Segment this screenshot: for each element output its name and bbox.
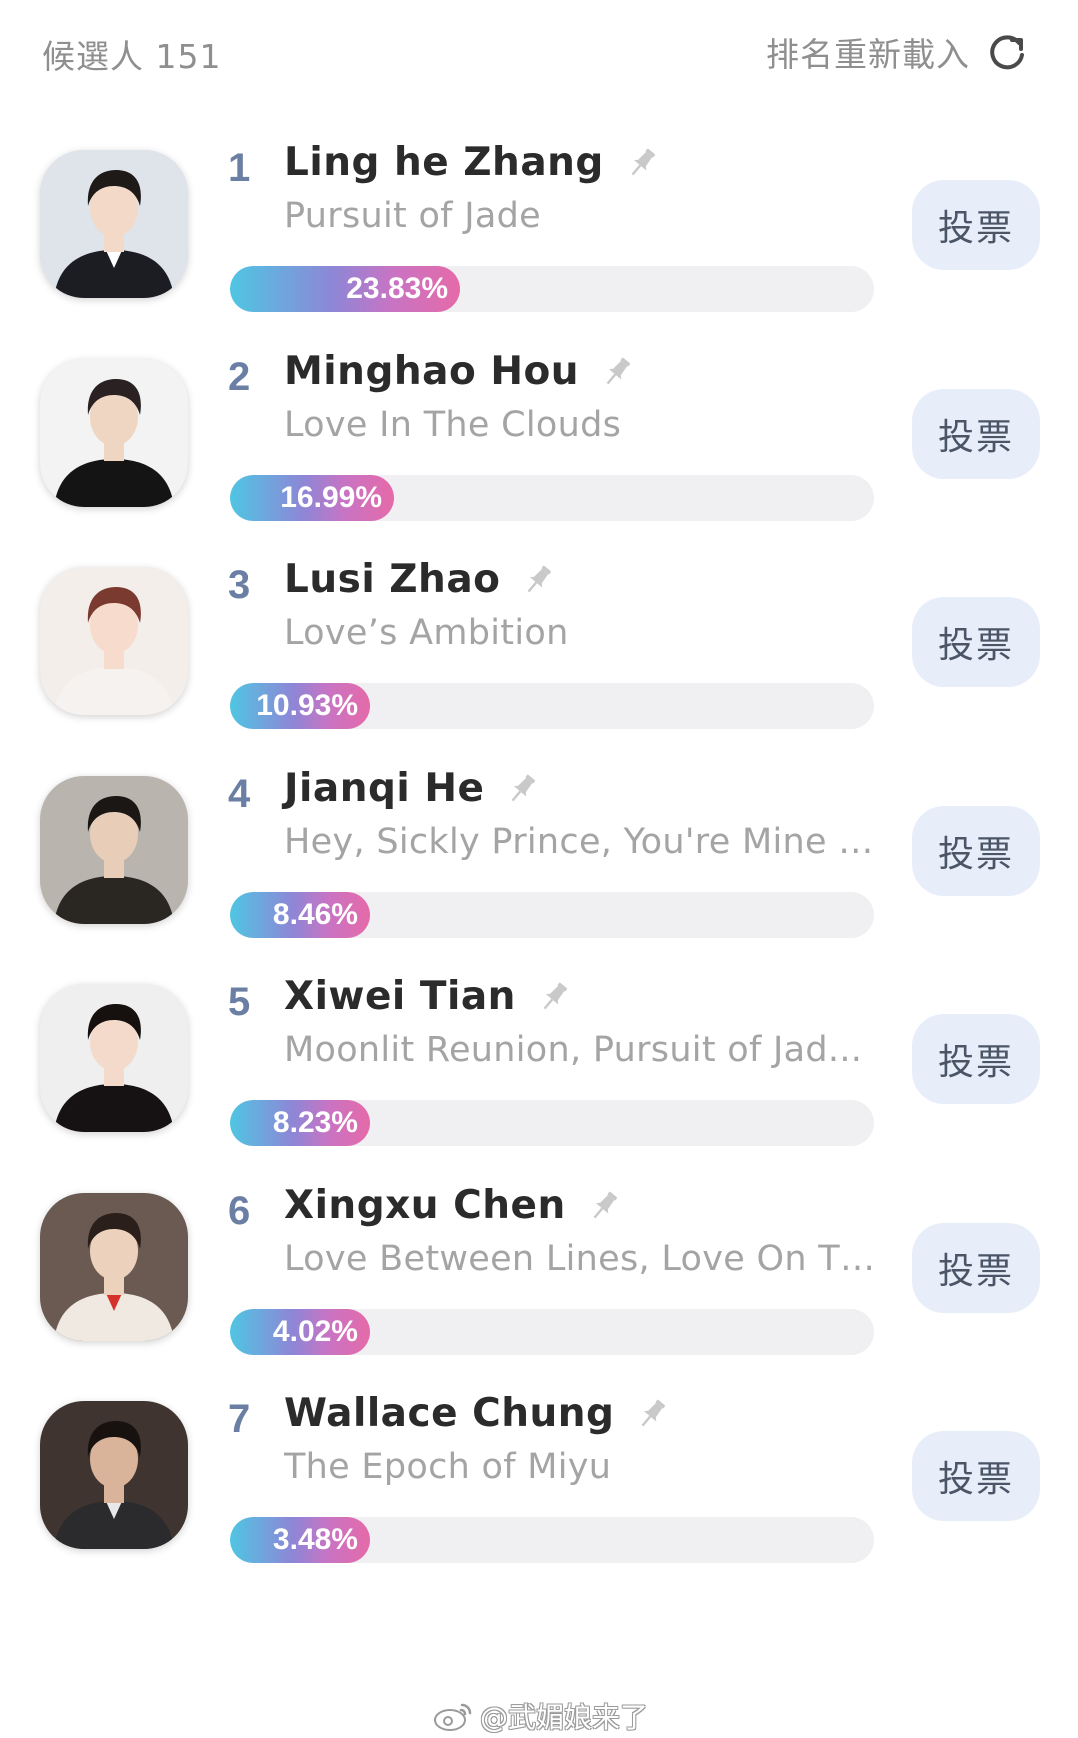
avatar[interactable] (40, 1193, 188, 1341)
vote-progress-fill: 10.93% (230, 683, 370, 729)
header: 候選人 151 排名重新載入 (0, 0, 1078, 100)
candidate-works: The Epoch of Miyu (284, 1447, 612, 1487)
avatar-photo (40, 776, 188, 924)
candidate-name: Ling he Zhang (284, 140, 604, 185)
vote-percent: 8.23% (272, 1106, 358, 1139)
vote-button[interactable]: 投票 (912, 180, 1040, 270)
candidate-name: Lusi Zhao (284, 557, 501, 602)
vote-progress-fill: 8.23% (230, 1100, 370, 1146)
vote-progress-bar: 23.83% (230, 266, 874, 312)
vote-button[interactable]: 投票 (912, 806, 1040, 896)
candidate-name: Minghao Hou (284, 349, 580, 394)
name-line: Xiwei Tian (284, 974, 572, 1019)
name-line: Minghao Hou (284, 349, 635, 394)
vote-progress-fill: 4.02% (230, 1309, 370, 1355)
avatar-photo (40, 1401, 188, 1549)
reload-label: 排名重新載入 (766, 35, 970, 74)
rank-number: 2 (228, 355, 251, 399)
candidate-row: 4 Jianqi He Hey, Sickly Prince, You're M… (0, 756, 1078, 938)
candidate-row: 3 Lusi Zhao Love’s Ambition 10.93% 投票 (0, 547, 1078, 729)
candidate-works: Love In The Clouds (284, 405, 622, 445)
vote-progress-bar: 3.48% (230, 1517, 874, 1563)
rank-number: 4 (228, 772, 251, 816)
candidate-works: Love’s Ambition (284, 613, 569, 653)
avatar[interactable] (40, 150, 188, 298)
pin-icon[interactable] (586, 1188, 622, 1224)
candidate-works: Pursuit of Jade (284, 196, 541, 236)
candidate-name: Jianqi He (284, 766, 485, 811)
avatar-photo (40, 984, 188, 1132)
pin-icon[interactable] (599, 354, 635, 390)
name-line: Xingxu Chen (284, 1183, 622, 1228)
candidate-row: 2 Minghao Hou Love In The Clouds 16.99% … (0, 339, 1078, 521)
candidate-works: Moonlit Reunion, Pursuit of Jad... (284, 1030, 863, 1070)
vote-button[interactable]: 投票 (912, 1223, 1040, 1313)
avatar-photo (40, 150, 188, 298)
candidate-works: Hey, Sickly Prince, You're Mine t... (284, 822, 876, 862)
avatar-photo (40, 359, 188, 507)
name-line: Ling he Zhang (284, 140, 660, 185)
pin-icon[interactable] (624, 145, 660, 181)
candidate-count: 候選人 151 (42, 37, 222, 76)
rank-number: 5 (228, 980, 251, 1024)
candidate-name: Xiwei Tian (284, 974, 516, 1019)
weibo-logo-icon (432, 1699, 474, 1733)
pin-icon[interactable] (536, 979, 572, 1015)
vote-button[interactable]: 投票 (912, 597, 1040, 687)
pin-icon[interactable] (634, 1396, 670, 1432)
vote-percent: 10.93% (256, 689, 358, 722)
rank-number: 3 (228, 563, 251, 607)
vote-progress-bar: 8.46% (230, 892, 874, 938)
name-line: Lusi Zhao (284, 557, 556, 602)
vote-progress-bar: 10.93% (230, 683, 874, 729)
vote-progress-fill: 23.83% (230, 266, 460, 312)
pin-icon[interactable] (520, 562, 556, 598)
avatar[interactable] (40, 776, 188, 924)
vote-percent: 16.99% (280, 481, 382, 514)
candidate-row: 1 Ling he Zhang Pursuit of Jade 23.83% 投… (0, 130, 1078, 312)
vote-progress-bar: 4.02% (230, 1309, 874, 1355)
candidate-works: Love Between Lines, Love On Th... (284, 1239, 876, 1279)
rank-number: 1 (228, 146, 251, 190)
candidate-row: 7 Wallace Chung The Epoch of Miyu 3.48% … (0, 1381, 1078, 1563)
avatar-photo (40, 567, 188, 715)
avatar[interactable] (40, 984, 188, 1132)
watermark: @武媚娘来了 (432, 1696, 648, 1736)
name-line: Wallace Chung (284, 1391, 670, 1436)
vote-percent: 23.83% (346, 272, 448, 305)
vote-progress-bar: 8.23% (230, 1100, 874, 1146)
vote-progress-fill: 8.46% (230, 892, 370, 938)
vote-button[interactable]: 投票 (912, 389, 1040, 479)
avatar[interactable] (40, 1401, 188, 1549)
vote-button[interactable]: 投票 (912, 1431, 1040, 1521)
rank-number: 6 (228, 1189, 251, 1233)
pin-icon[interactable] (504, 771, 540, 807)
vote-progress-fill: 16.99% (230, 475, 394, 521)
refresh-icon[interactable] (986, 31, 1028, 73)
avatar-photo (40, 1193, 188, 1341)
vote-percent: 8.46% (272, 898, 358, 931)
vote-progress-bar: 16.99% (230, 475, 874, 521)
vote-percent: 3.48% (272, 1523, 358, 1556)
avatar[interactable] (40, 567, 188, 715)
candidate-row: 5 Xiwei Tian Moonlit Reunion, Pursuit of… (0, 964, 1078, 1146)
candidate-name: Wallace Chung (284, 1391, 615, 1436)
vote-percent: 4.02% (272, 1315, 358, 1348)
candidate-row: 6 Xingxu Chen Love Between Lines, Love O… (0, 1173, 1078, 1355)
rank-number: 7 (228, 1397, 251, 1441)
avatar[interactable] (40, 359, 188, 507)
name-line: Jianqi He (284, 766, 540, 811)
reload-ranking-button[interactable]: 排名重新載入 (766, 28, 1028, 76)
candidate-name: Xingxu Chen (284, 1183, 566, 1228)
vote-button[interactable]: 投票 (912, 1014, 1040, 1104)
watermark-text: @武媚娘来了 (480, 1701, 649, 1734)
vote-progress-fill: 3.48% (230, 1517, 370, 1563)
